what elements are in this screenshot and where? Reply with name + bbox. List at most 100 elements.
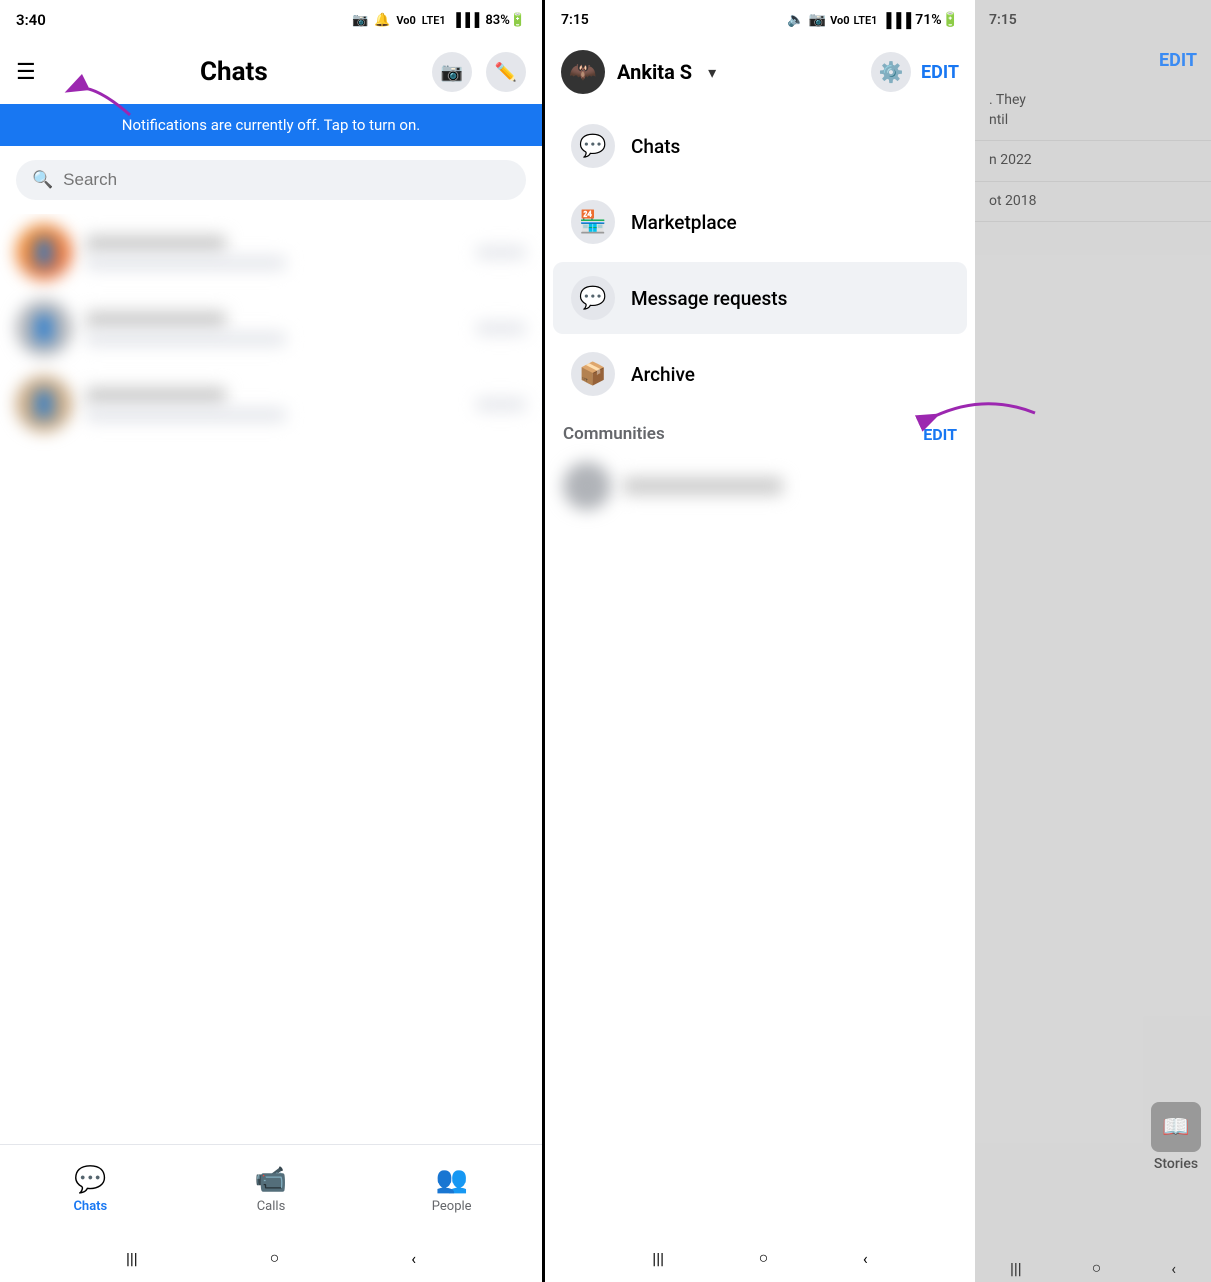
chat-name — [86, 235, 226, 253]
sidebar-user[interactable]: 🦇 Ankita S ▾ — [561, 50, 716, 94]
top-icons-right: 📷 ✏️ — [432, 52, 526, 92]
overlay-chat-text-1: . They ntil — [989, 91, 1197, 130]
chat-name — [86, 387, 226, 405]
chat-item[interactable]: 👤 — [0, 290, 542, 366]
overlay-android-menu: ||| — [1010, 1259, 1022, 1278]
search-input-wrapper[interactable]: 🔍 — [16, 160, 526, 200]
chat-info — [86, 235, 462, 270]
search-bar: 🔍 — [0, 146, 542, 214]
chats-sidebar-icon: 💬 — [571, 124, 615, 168]
android-nav-left: ||| ○ ‹ — [0, 1234, 542, 1282]
search-icon: 🔍 — [32, 170, 53, 190]
android-home-icon-right[interactable]: ○ — [759, 1248, 769, 1268]
sidebar-archive-item[interactable]: 📦 Archive — [553, 338, 967, 410]
avatar: 👤 — [16, 224, 72, 280]
android-home-icon[interactable]: ○ — [270, 1248, 280, 1268]
time-right: 7:15 — [561, 12, 589, 28]
hamburger-menu-icon[interactable]: ☰ — [16, 60, 36, 85]
overlay-chat-text-2: n 2022 — [989, 151, 1197, 171]
overlay-header: EDIT — [975, 40, 1211, 81]
overlay-chat-text-3: ot 2018 — [989, 192, 1197, 212]
camera-button[interactable]: 📷 — [432, 52, 472, 92]
communities-label: Communities — [563, 424, 665, 444]
sidebar-menu: 7:15 🔈 📷 Vo0 LTE1 ▐▐▐ 71%🔋 🦇 Ankita S ▾ … — [545, 0, 975, 1282]
status-bar-right: 7:15 🔈 📷 Vo0 LTE1 ▐▐▐ 71%🔋 — [545, 0, 975, 40]
nav-people[interactable]: 👥 People — [361, 1157, 542, 1222]
chat-time — [476, 398, 526, 411]
overlay-chat-item-2: n 2022 — [975, 141, 1211, 182]
sidebar-chats-item[interactable]: 💬 Chats — [553, 110, 967, 182]
stories-section: 📖 Stories — [1151, 1102, 1201, 1172]
status-bar-left: 3:40 📷 🔔 Vo0 LTE1 ▐▐▐ 83%🔋 — [0, 0, 542, 40]
user-avatar: 🦇 — [561, 50, 605, 94]
communities-header: Communities EDIT — [563, 424, 957, 444]
batman-icon: 🦇 — [569, 60, 596, 85]
communities-section: Communities EDIT — [545, 412, 975, 524]
stories-icon: 📖 — [1151, 1102, 1201, 1152]
left-panel: 3:40 📷 🔔 Vo0 LTE1 ▐▐▐ 83%🔋 ☰ Chats 📷 ✏️ — [0, 0, 545, 1282]
overlay-time: 7:15 — [989, 12, 1017, 28]
overlay-bottom-nav: ||| ○ ‹ — [975, 1194, 1211, 1282]
android-back-icon-right[interactable]: ‹ — [863, 1249, 868, 1268]
stories-label: Stories — [1154, 1156, 1198, 1172]
chats-sidebar-label: Chats — [631, 135, 680, 158]
chat-preview — [86, 256, 286, 270]
avatar: 👤 — [16, 300, 72, 356]
time-left: 3:40 — [16, 11, 46, 29]
community-avatar — [563, 462, 611, 510]
status-icons-left: 📷 🔔 Vo0 LTE1 ▐▐▐ 83%🔋 — [352, 12, 526, 28]
nav-calls[interactable]: 📹 Calls — [181, 1157, 362, 1222]
android-menu-icon[interactable]: ||| — [126, 1249, 138, 1268]
username-label: Ankita S — [617, 60, 692, 84]
archive-sidebar-label: Archive — [631, 363, 695, 386]
overlay-edit-button[interactable]: EDIT — [1159, 50, 1197, 71]
overlay-android-home: ○ — [1092, 1258, 1102, 1278]
overlay-android-nav: ||| ○ ‹ — [975, 1254, 1211, 1282]
nav-chats[interactable]: 💬 Chats — [0, 1157, 181, 1222]
chat-info — [86, 387, 462, 422]
chevron-down-icon: ▾ — [708, 63, 716, 82]
chat-preview — [86, 332, 286, 346]
chat-time — [476, 246, 526, 259]
overlay-android-back: ‹ — [1171, 1259, 1176, 1278]
chat-info — [86, 311, 462, 346]
notification-banner[interactable]: Notifications are currently off. Tap to … — [0, 104, 542, 146]
android-back-icon[interactable]: ‹ — [411, 1249, 416, 1268]
people-nav-icon: 👥 — [435, 1165, 467, 1195]
bottom-nav: 💬 Chats 📹 Calls 👥 People — [0, 1144, 542, 1234]
right-panel: 7:15 🔈 📷 Vo0 LTE1 ▐▐▐ 71%🔋 🦇 Ankita S ▾ … — [545, 0, 1211, 1282]
sidebar-header: 🦇 Ankita S ▾ ⚙️ EDIT — [545, 40, 975, 108]
overlay-chat-item-3: ot 2018 — [975, 182, 1211, 223]
avatar: 👤 — [16, 376, 72, 432]
message-requests-sidebar-label: Message requests — [631, 287, 787, 310]
settings-button[interactable]: ⚙️ — [871, 52, 911, 92]
chat-item[interactable]: 👤 — [0, 366, 542, 442]
sidebar-marketplace-item[interactable]: 🏪 Marketplace — [553, 186, 967, 258]
overlay-chat-item-1: . They ntil — [975, 81, 1211, 141]
calls-nav-icon: 📹 — [255, 1165, 287, 1195]
marketplace-sidebar-icon: 🏪 — [571, 200, 615, 244]
status-icons-right: 🔈 📷 Vo0 LTE1 ▐▐▐ 71%🔋 — [787, 12, 959, 29]
communities-edit-button[interactable]: EDIT — [923, 425, 957, 444]
community-name — [623, 477, 783, 495]
android-nav-right: ||| ○ ‹ — [545, 1234, 975, 1282]
top-bar-left: ☰ Chats 📷 ✏️ — [0, 40, 542, 104]
community-item[interactable] — [563, 454, 957, 518]
chats-nav-icon: 💬 — [74, 1165, 106, 1195]
overlay-nav-items — [975, 1194, 1211, 1254]
sidebar-message-requests-item[interactable]: 💬 Message requests — [553, 262, 967, 334]
chat-time — [476, 322, 526, 335]
search-input[interactable] — [63, 170, 510, 190]
chat-preview — [86, 408, 286, 422]
page-title-left: Chats — [200, 57, 268, 87]
chat-item[interactable]: 👤 — [0, 214, 542, 290]
edit-button-top[interactable]: EDIT — [921, 62, 959, 83]
chat-name — [86, 311, 226, 329]
compose-button[interactable]: ✏️ — [486, 52, 526, 92]
message-requests-sidebar-icon: 💬 — [571, 276, 615, 320]
archive-sidebar-icon: 📦 — [571, 352, 615, 396]
overlay-status-bar: 7:15 — [975, 0, 1211, 40]
android-menu-icon-right[interactable]: ||| — [652, 1249, 664, 1268]
right-overlay-panel: 7:15 EDIT . They ntil n 2022 ot 2018 📖 — [975, 0, 1211, 1282]
marketplace-sidebar-label: Marketplace — [631, 211, 737, 234]
